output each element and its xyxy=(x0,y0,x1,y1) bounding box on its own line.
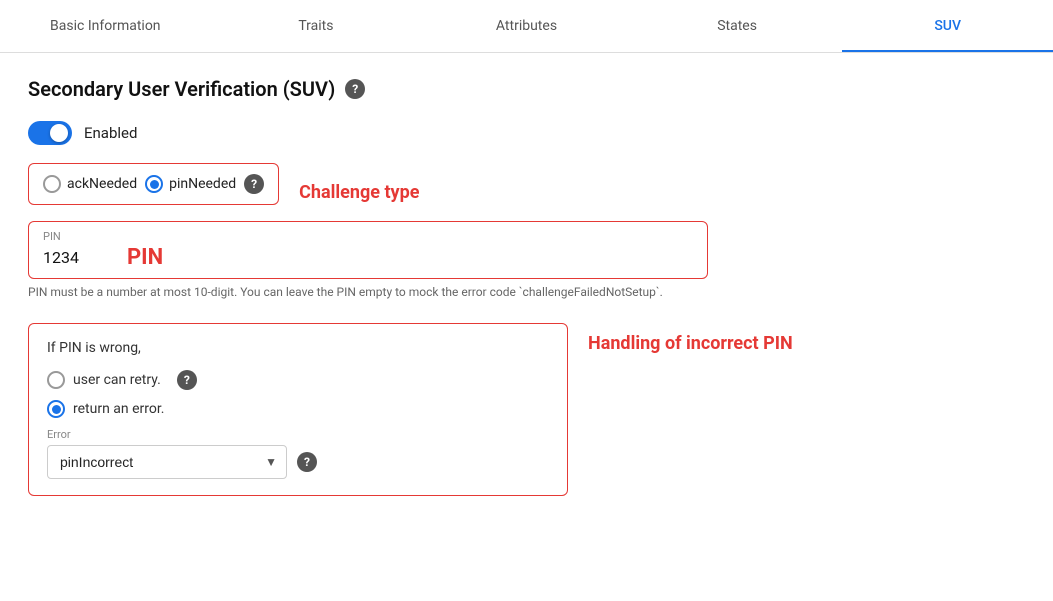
radio-ack-circle xyxy=(43,175,61,193)
radio-pin-circle xyxy=(145,175,163,193)
incorrect-pin-title: If PIN is wrong, xyxy=(47,340,549,356)
radio-pin-needed[interactable]: pinNeeded xyxy=(145,175,236,193)
pin-field-label: PIN xyxy=(43,230,693,243)
toggle-label: Enabled xyxy=(84,124,137,142)
error-dropdown-select[interactable]: pinIncorrectpinLockedpinExpired xyxy=(47,445,287,479)
tab-attributes[interactable]: Attributes xyxy=(421,0,632,52)
enabled-toggle[interactable] xyxy=(28,121,72,145)
challenge-type-group: ackNeeded pinNeeded ? xyxy=(28,163,279,205)
radio-ack-needed[interactable]: ackNeeded xyxy=(43,175,137,193)
error-dropdown-container: pinIncorrectpinLockedpinExpired ▼ xyxy=(47,445,287,479)
radio-ack-label: ackNeeded xyxy=(67,176,137,192)
challenge-type-help-icon[interactable]: ? xyxy=(244,174,264,194)
error-dropdown-help-icon[interactable]: ? xyxy=(297,452,317,472)
tab-bar: Basic Information Traits Attributes Stat… xyxy=(0,0,1053,53)
toggle-row: Enabled xyxy=(28,121,1025,145)
tab-basic-information[interactable]: Basic Information xyxy=(0,0,211,52)
retry-help-icon[interactable]: ? xyxy=(177,370,197,390)
incorrect-pin-annotation: Handling of incorrect PIN xyxy=(588,323,793,354)
challenge-type-annotation: Challenge type xyxy=(299,182,419,203)
error-dropdown-wrapper: Error pinIncorrectpinLockedpinExpired ▼ … xyxy=(47,428,549,479)
tab-suv[interactable]: SUV xyxy=(842,0,1053,52)
pin-value-row: 1234 PIN xyxy=(43,245,693,270)
section-title-text: Secondary User Verification (SUV) xyxy=(28,77,335,101)
radio-pin-label: pinNeeded xyxy=(169,176,236,192)
tab-states[interactable]: States xyxy=(632,0,843,52)
error-row: return an error. xyxy=(47,400,549,418)
radio-retry-label: user can retry. xyxy=(73,372,161,388)
challenge-type-row: ackNeeded pinNeeded ? Challenge type xyxy=(28,163,1025,221)
radio-retry-circle[interactable] xyxy=(47,371,65,389)
error-dropdown-label: Error xyxy=(47,428,549,441)
section-title-row: Secondary User Verification (SUV) ? xyxy=(28,77,1025,101)
pin-container: PIN 1234 PIN xyxy=(28,221,708,279)
incorrect-pin-row: If PIN is wrong, user can retry. ? retur… xyxy=(28,323,1025,496)
pin-value[interactable]: 1234 xyxy=(43,248,103,267)
main-content: Secondary User Verification (SUV) ? Enab… xyxy=(0,53,1053,520)
incorrect-pin-box: If PIN is wrong, user can retry. ? retur… xyxy=(28,323,568,496)
tab-traits[interactable]: Traits xyxy=(211,0,422,52)
section-help-icon[interactable]: ? xyxy=(345,79,365,99)
radio-error-circle[interactable] xyxy=(47,400,65,418)
retry-row: user can retry. ? xyxy=(47,370,549,390)
radio-error-label: return an error. xyxy=(73,401,164,417)
pin-annotation: PIN xyxy=(127,245,163,270)
pin-hint: PIN must be a number at most 10-digit. Y… xyxy=(28,285,708,299)
dropdown-row: pinIncorrectpinLockedpinExpired ▼ ? xyxy=(47,445,549,479)
pin-section: PIN 1234 PIN PIN must be a number at mos… xyxy=(28,221,1025,317)
